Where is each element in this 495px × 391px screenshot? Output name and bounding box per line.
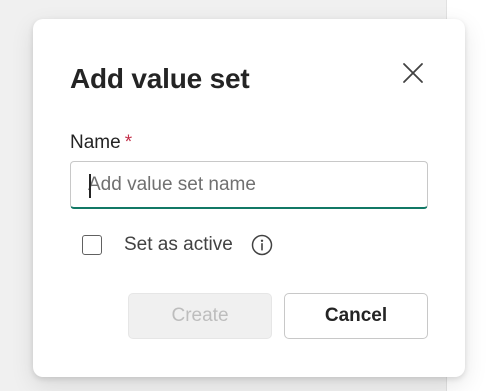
required-marker: * (124, 132, 133, 153)
cancel-button[interactable]: Cancel (284, 293, 428, 339)
close-icon (403, 63, 423, 83)
name-field-label: Name * (70, 131, 132, 155)
dialog-title: Add value set (70, 63, 250, 94)
create-button[interactable]: Create (128, 293, 272, 339)
close-button[interactable] (397, 57, 429, 89)
info-icon[interactable] (251, 234, 273, 256)
add-value-set-dialog: Add value set Name* Set as active Create… (33, 19, 465, 377)
set-active-checkbox[interactable] (82, 235, 102, 255)
name-label-text: Name (70, 132, 121, 153)
set-active-label[interactable]: Set as active (124, 233, 233, 257)
value-set-name-input[interactable] (70, 161, 428, 209)
text-caret (89, 174, 91, 198)
set-active-row: Set as active (82, 232, 273, 258)
